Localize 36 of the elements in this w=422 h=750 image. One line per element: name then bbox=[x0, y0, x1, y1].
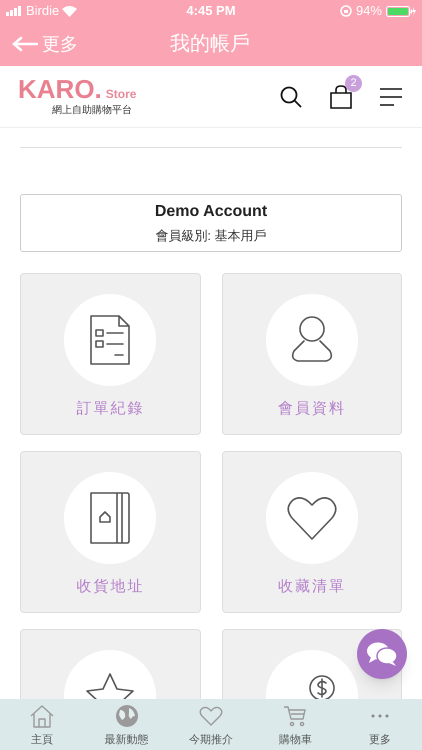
dollar-coin-icon bbox=[308, 675, 335, 699]
cart-button[interactable] bbox=[330, 84, 352, 108]
account-name: Demo Account bbox=[154, 202, 268, 222]
logo-tagline: 網上自助購物平台 bbox=[51, 104, 132, 118]
tab-item[interactable]: 購物車 bbox=[253, 699, 338, 750]
menu-icon bbox=[380, 88, 402, 106]
battery-icon bbox=[386, 6, 416, 16]
tab-item[interactable]: 更多 bbox=[338, 699, 422, 750]
chat-bubbles-icon bbox=[366, 641, 398, 667]
logo-text: KARO. bbox=[18, 75, 102, 103]
address-book-icon bbox=[89, 491, 132, 545]
logo-suffix: Store bbox=[106, 86, 136, 103]
tab-item[interactable]: 最新動態 bbox=[84, 699, 169, 750]
heart-icon bbox=[286, 495, 337, 541]
menu-button[interactable] bbox=[380, 88, 402, 106]
document-icon bbox=[89, 314, 132, 366]
more-icon bbox=[370, 714, 389, 718]
shopping-bag-icon bbox=[330, 84, 352, 108]
wifi-icon bbox=[62, 6, 78, 16]
carrier-text: Birdie bbox=[26, 2, 60, 20]
search-icon bbox=[280, 86, 302, 108]
heart-icon bbox=[199, 706, 224, 726]
rotation-lock-icon bbox=[340, 5, 352, 17]
cart-count-badge: 2 bbox=[345, 74, 362, 92]
signal-icon bbox=[6, 6, 23, 16]
tab-item[interactable]: 主頁 bbox=[0, 699, 84, 750]
page-title: 我的帳戶 bbox=[170, 32, 250, 57]
member-level: 會員級別: 基本用戶 bbox=[155, 227, 267, 246]
person-icon bbox=[290, 315, 334, 365]
battery-text: 94% bbox=[356, 2, 382, 20]
home-icon bbox=[29, 704, 56, 728]
back-arrow-icon bbox=[12, 36, 38, 52]
tab-item[interactable]: 今期推介 bbox=[168, 699, 254, 750]
search-button[interactable] bbox=[280, 86, 302, 108]
cart-icon bbox=[283, 704, 308, 728]
time-text: 4:45 PM bbox=[186, 2, 236, 20]
